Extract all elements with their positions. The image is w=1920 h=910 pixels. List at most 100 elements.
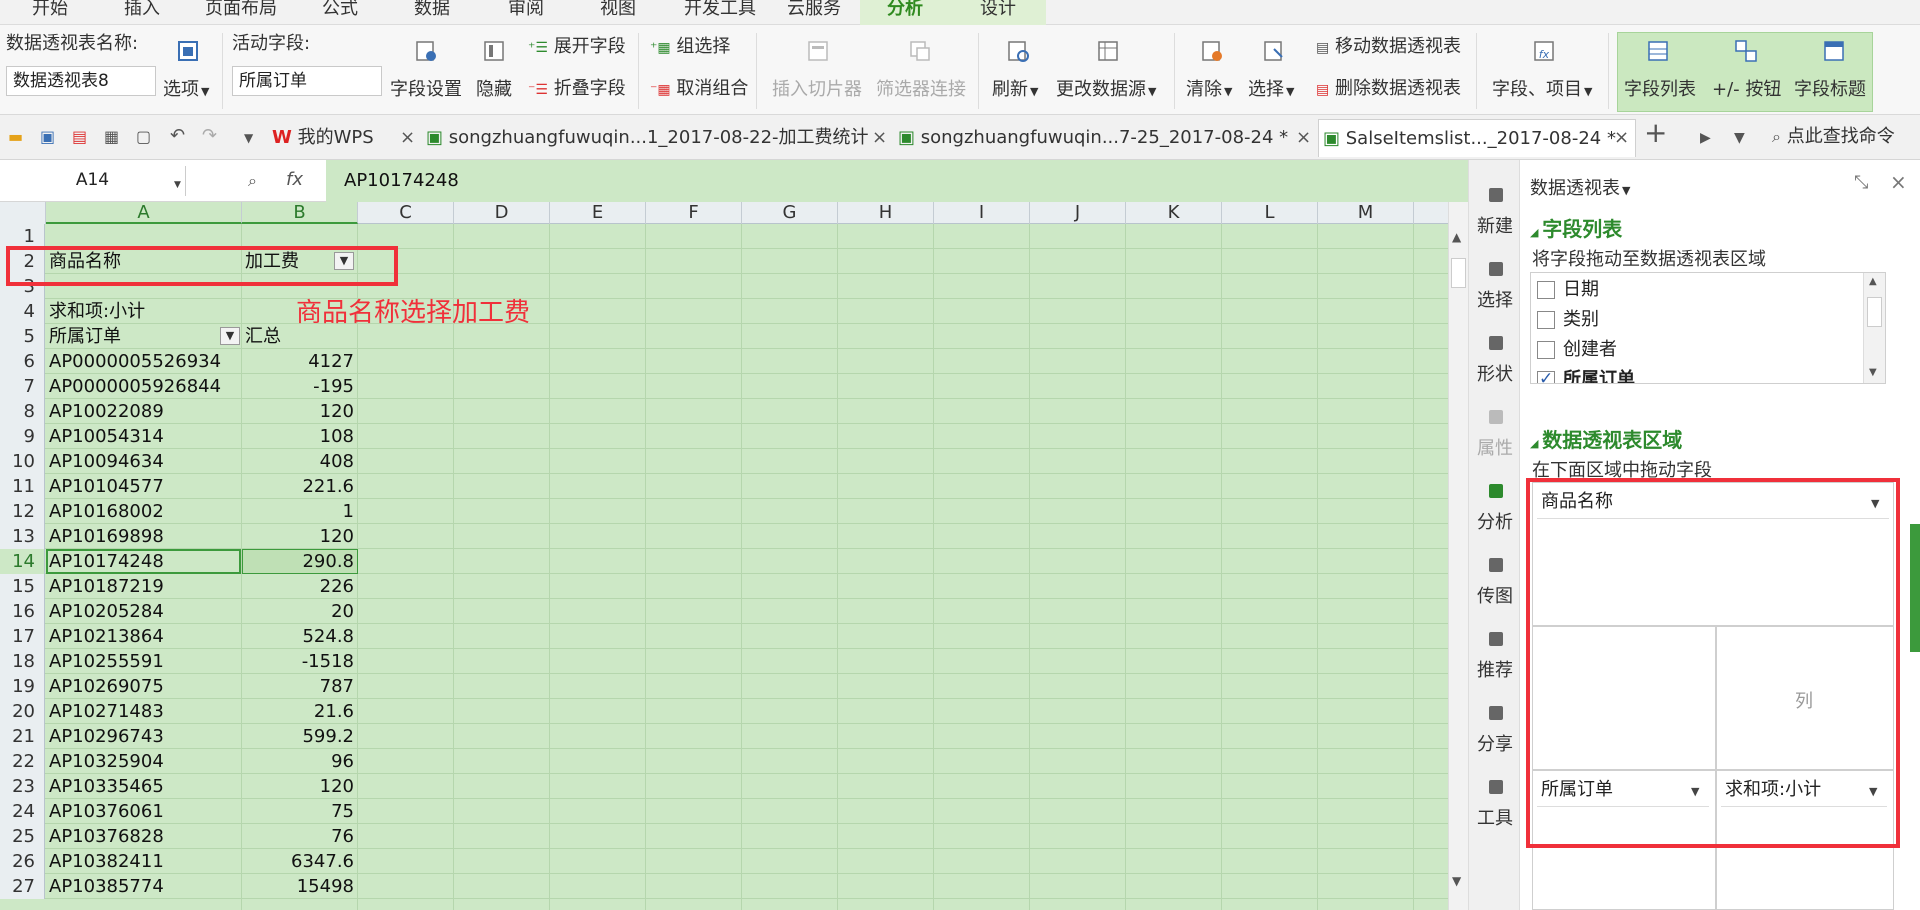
row-header[interactable]: 9 bbox=[0, 424, 45, 449]
cell-b[interactable]: 290.8 bbox=[242, 549, 358, 574]
cell-a[interactable]: AP10169898 bbox=[46, 524, 241, 549]
row-header[interactable]: 7 bbox=[0, 374, 45, 399]
plus-minus-button[interactable]: +/- 按钮 bbox=[1712, 79, 1781, 101]
scroll-up-icon[interactable]: ▲ bbox=[1452, 230, 1461, 244]
refresh-button[interactable]: 刷新 ▼ bbox=[992, 79, 1038, 103]
close-icon[interactable]: × bbox=[872, 127, 887, 148]
tab-analyze[interactable]: 分析 bbox=[860, 0, 950, 25]
cell-a[interactable]: AP10094634 bbox=[46, 449, 241, 474]
name-box[interactable]: A14 bbox=[0, 166, 186, 196]
tab-home[interactable]: 开始 bbox=[10, 0, 90, 25]
print-icon[interactable]: ▦ bbox=[104, 126, 119, 148]
fx-button[interactable]: fx bbox=[286, 169, 303, 191]
cell-a[interactable]: AP10376828 bbox=[46, 824, 241, 849]
move-pivot-button[interactable]: ▤ 移动数据透视表 bbox=[1316, 36, 1461, 59]
cell-b[interactable]: 120 bbox=[242, 524, 358, 549]
col-header-e[interactable]: E bbox=[550, 202, 646, 224]
row-header[interactable]: 15 bbox=[0, 574, 45, 599]
row-header[interactable]: 19 bbox=[0, 674, 45, 699]
new-file-icon[interactable]: ▬ bbox=[8, 126, 23, 148]
cell-a[interactable]: AP10054314 bbox=[46, 424, 241, 449]
cell-b[interactable]: 120 bbox=[242, 399, 358, 424]
cell-b[interactable]: -195 bbox=[242, 374, 358, 399]
row-header[interactable]: 18 bbox=[0, 649, 45, 674]
cell-b[interactable]: 75 bbox=[242, 799, 358, 824]
close-icon[interactable]: × bbox=[1614, 127, 1629, 148]
cell-b[interactable]: -1518 bbox=[242, 649, 358, 674]
tab-data[interactable]: 数据 bbox=[392, 0, 472, 25]
cell-b[interactable]: 76 bbox=[242, 824, 358, 849]
dock-icon[interactable]: ⤡ bbox=[1854, 172, 1868, 193]
cell-b[interactable]: 787 bbox=[242, 674, 358, 699]
col-header-d[interactable]: D bbox=[454, 202, 550, 224]
redo-icon[interactable]: ↷ bbox=[202, 125, 217, 147]
field-item[interactable]: 所属订单 bbox=[1537, 367, 1877, 383]
scroll-thumb[interactable] bbox=[1451, 258, 1466, 288]
cell-b[interactable]: 15498 bbox=[242, 874, 358, 899]
tab-list-icon[interactable]: ▶ bbox=[1700, 127, 1711, 149]
close-icon[interactable]: × bbox=[400, 127, 415, 148]
field-checkbox[interactable] bbox=[1537, 369, 1555, 383]
field-item[interactable]: 日期 bbox=[1537, 277, 1877, 303]
col-header-b[interactable]: B bbox=[242, 202, 358, 224]
delete-pivot-button[interactable]: ▤ 删除数据透视表 bbox=[1316, 78, 1461, 101]
field-list-scrollbar[interactable]: ▲ ▼ bbox=[1863, 273, 1885, 383]
row-header[interactable]: 25 bbox=[0, 824, 45, 849]
cell-b[interactable]: 21.6 bbox=[242, 699, 358, 724]
group-selection-button[interactable]: ⁺▦ 组选择 bbox=[650, 36, 730, 59]
row-header[interactable]: 17 bbox=[0, 624, 45, 649]
field-checkbox[interactable] bbox=[1537, 341, 1555, 359]
row-header[interactable]: 8 bbox=[0, 399, 45, 424]
cell-a[interactable]: AP10325904 bbox=[46, 749, 241, 774]
tab-review[interactable]: 审阅 bbox=[486, 0, 566, 25]
tab-developer[interactable]: 开发工具 bbox=[670, 0, 770, 25]
tab-formulas[interactable]: 公式 bbox=[300, 0, 380, 25]
field-list-button[interactable]: 字段列表 bbox=[1624, 79, 1696, 101]
row-header[interactable]: 10 bbox=[0, 449, 45, 474]
doc-tab-active[interactable]: ▣ SalseItemslist..._2017-08-24 * bbox=[1318, 119, 1636, 157]
undo-icon[interactable]: ↶ bbox=[170, 125, 185, 147]
cell-a[interactable]: AP0000005526934 bbox=[46, 349, 241, 374]
row-header[interactable]: 21 bbox=[0, 724, 45, 749]
close-icon[interactable]: × bbox=[1890, 170, 1907, 194]
close-icon[interactable]: × bbox=[1296, 127, 1311, 148]
row-header[interactable]: 24 bbox=[0, 799, 45, 824]
clear-button[interactable]: 清除 ▼ bbox=[1186, 79, 1232, 103]
hide-button[interactable]: 隐藏 bbox=[476, 79, 512, 101]
tab-design[interactable]: 设计 bbox=[950, 0, 1046, 25]
cell-a[interactable]: AP0000005926844 bbox=[46, 374, 241, 399]
name-box-dropdown-icon[interactable]: ▼ bbox=[174, 174, 181, 196]
new-tab-icon[interactable]: + bbox=[1644, 119, 1667, 147]
cell-a[interactable]: 所属订单 bbox=[46, 324, 241, 349]
cell-a[interactable]: AP10269075 bbox=[46, 674, 241, 699]
cell-b[interactable]: 1 bbox=[242, 499, 358, 524]
col-header-k[interactable]: K bbox=[1126, 202, 1222, 224]
doc-tab-mywps[interactable]: W 我的WPS bbox=[272, 119, 412, 157]
panel-title[interactable]: 数据透视表 ▼ bbox=[1530, 174, 1630, 200]
col-header-l[interactable]: L bbox=[1222, 202, 1318, 224]
field-checkbox[interactable] bbox=[1537, 281, 1555, 299]
print-preview-icon[interactable]: ▢ bbox=[136, 126, 151, 148]
active-field-input[interactable]: 所属订单 bbox=[232, 66, 382, 96]
col-header-a[interactable]: A bbox=[46, 202, 242, 224]
cell-a[interactable]: AP10187219 bbox=[46, 574, 241, 599]
options-button[interactable]: 选项 ▼ bbox=[163, 79, 209, 103]
row-header[interactable]: 5 bbox=[0, 324, 45, 349]
cell-a[interactable]: AP10104577 bbox=[46, 474, 241, 499]
field-item[interactable]: 类别 bbox=[1537, 307, 1877, 333]
row-header[interactable]: 22 bbox=[0, 749, 45, 774]
tab-insert[interactable]: 插入 bbox=[102, 0, 182, 25]
collapse-field-button[interactable]: ⁻☰ 折叠字段 bbox=[528, 78, 626, 101]
row-header[interactable]: 12 bbox=[0, 499, 45, 524]
row-header[interactable]: 23 bbox=[0, 774, 45, 799]
doc-tab-file2[interactable]: ▣ songzhuangfuwuqin...7-25_2017-08-24 * bbox=[898, 119, 1298, 157]
change-data-source-button[interactable]: 更改数据源 ▼ bbox=[1056, 79, 1156, 103]
row-header[interactable]: 16 bbox=[0, 599, 45, 624]
cell-a[interactable]: AP10022089 bbox=[46, 399, 241, 424]
scroll-down-icon[interactable]: ▼ bbox=[1452, 874, 1461, 888]
vertical-scrollbar[interactable]: ▲ ▼ bbox=[1448, 202, 1468, 910]
cell-b[interactable]: 20 bbox=[242, 599, 358, 624]
field-settings-button[interactable]: 字段设置 bbox=[390, 79, 462, 101]
filter-connection-button[interactable]: 筛选器连接 bbox=[876, 79, 966, 101]
row-header[interactable]: 13 bbox=[0, 524, 45, 549]
